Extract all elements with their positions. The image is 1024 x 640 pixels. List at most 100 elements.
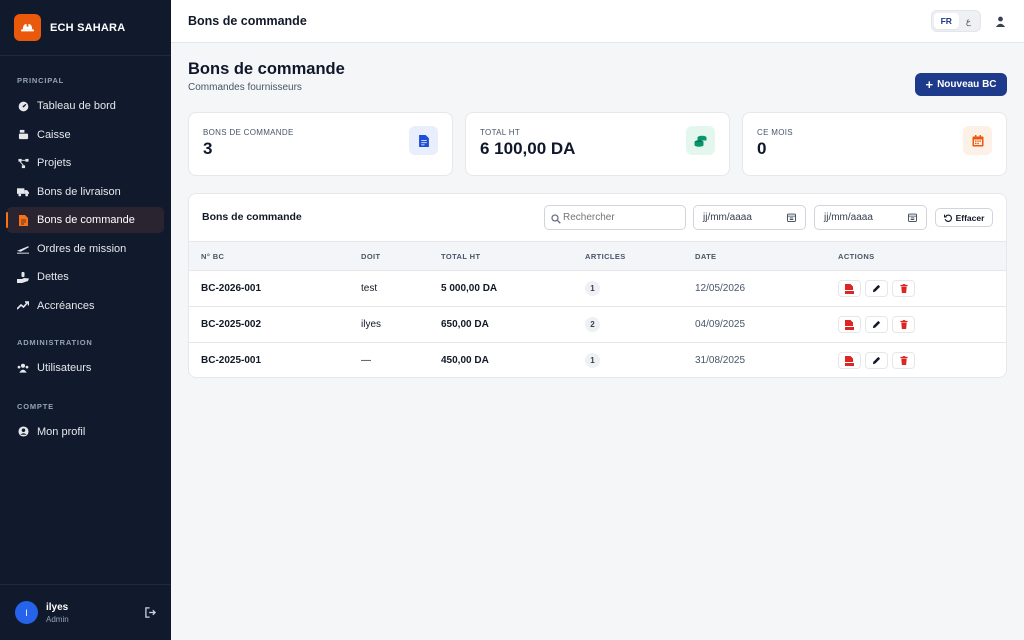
document-icon <box>17 214 29 226</box>
project-diagram-icon <box>17 157 29 169</box>
stat-label: BONS DE COMMANDE <box>203 128 294 137</box>
section-title-principal: PRINCIPAL <box>17 76 65 85</box>
truck-icon <box>17 186 29 198</box>
coins-icon <box>686 126 715 155</box>
sidebar-item-label: Bons de commande <box>37 214 135 226</box>
pencil-icon <box>872 357 881 365</box>
sidebar-item-label: Tableau de bord <box>37 100 116 112</box>
new-bc-button[interactable]: + Nouveau BC <box>915 73 1007 96</box>
pdf-button[interactable] <box>838 352 861 370</box>
date-placeholder: jj/mm/aaaa <box>824 212 873 223</box>
articles-badge: 1 <box>585 353 600 369</box>
table-row[interactable]: BC-2025-002 ilyes 650,00 DA 2 04/09/2025 <box>189 307 1006 343</box>
calendar-icon <box>963 126 992 155</box>
stat-card-bons: BONS DE COMMANDE 3 <box>188 112 453 176</box>
pencil-icon <box>872 320 881 329</box>
lang-ar-button[interactable]: ع <box>959 13 978 29</box>
bc-doit: ilyes <box>361 319 382 330</box>
search-input[interactable] <box>544 205 686 230</box>
user-role: Admin <box>46 614 69 624</box>
edit-button[interactable] <box>865 280 888 297</box>
sidebar-item-dettes[interactable]: Dettes <box>7 264 164 290</box>
logout-icon[interactable] <box>145 607 156 618</box>
clear-filters-button[interactable]: Effacer <box>935 208 993 227</box>
column-header[interactable]: TOTAL HT <box>441 242 585 271</box>
delete-button[interactable] <box>892 352 915 370</box>
date-placeholder: jj/mm/aaaa <box>703 212 752 223</box>
lang-fr-button[interactable]: FR <box>933 13 959 29</box>
stat-card-total: TOTAL HT 6 100,00 DA <box>465 112 730 176</box>
dashboard-icon <box>17 100 29 112</box>
sidebar-item-label: Mon profil <box>37 425 86 438</box>
table-row[interactable]: BC-2026-001 test 5 000,00 DA 1 12/05/202… <box>189 271 1006 307</box>
sidebar-item-utilisateurs[interactable]: Utilisateurs <box>7 355 164 381</box>
purchase-orders-table: N° BC DOIT TOTAL HT ARTICLES DATE ACTION… <box>189 241 1006 378</box>
bc-number: BC-2025-002 <box>201 319 262 330</box>
avatar[interactable]: I <box>15 601 38 624</box>
sidebar-item-accreances[interactable]: Accréances <box>7 293 164 319</box>
sidebar-item-ordres-de-mission[interactable]: Ordres de mission <box>7 236 164 262</box>
sidebar-item-caisse[interactable]: Caisse <box>7 122 164 148</box>
plus-icon: + <box>925 77 934 92</box>
file-pdf-icon <box>845 283 854 294</box>
sidebar: ECH SAHARA PRINCIPAL Tableau de bord Cai… <box>0 0 171 640</box>
table-header-row: N° BC DOIT TOTAL HT ARTICLES DATE ACTION… <box>189 241 1006 271</box>
purchase-orders-card: Bons de commande jj/mm/aaaa jj/mm/aaaa E… <box>188 193 1007 378</box>
stat-label: CE MOIS <box>757 128 793 137</box>
column-header: ACTIONS <box>838 251 875 261</box>
stat-label: TOTAL HT <box>480 128 521 137</box>
table-row[interactable]: BC-2025-001 — 450,00 DA 1 31/08/2025 <box>189 343 1006 378</box>
pdf-button[interactable] <box>838 316 861 333</box>
brand[interactable]: ECH SAHARA <box>0 0 171 56</box>
stat-value: 3 <box>203 139 213 158</box>
file-pdf-icon <box>845 319 854 330</box>
new-bc-label: Nouveau BC <box>937 79 997 90</box>
column-header[interactable]: ARTICLES <box>585 242 695 271</box>
delete-button[interactable] <box>892 316 915 333</box>
trash-icon <box>899 320 908 329</box>
articles-badge: 2 <box>585 317 600 332</box>
clear-label: Effacer <box>955 212 985 223</box>
sidebar-item-bons-de-livraison[interactable]: Bons de livraison <box>7 179 164 205</box>
user-circle-icon <box>17 426 29 438</box>
sidebar-item-mon-profil[interactable]: Mon profil <box>7 419 164 445</box>
section-title-compte: COMPTE <box>17 401 54 411</box>
calendar-icon[interactable] <box>908 213 917 222</box>
stat-value: 0 <box>757 139 767 158</box>
edit-button[interactable] <box>865 316 888 333</box>
sidebar-item-bons-de-commande[interactable]: Bons de commande <box>6 207 164 233</box>
sidebar-user: I ilyes Admin <box>0 584 171 640</box>
main-content: Bons de commande Commandes fournisseurs … <box>171 43 1024 640</box>
card-title: Bons de commande <box>202 211 302 223</box>
column-header[interactable]: N° BC <box>189 242 361 271</box>
sidebar-item-label: Dettes <box>37 271 69 283</box>
topbar: Bons de commande FR ع <box>171 0 1024 43</box>
user-icon[interactable] <box>993 14 1007 28</box>
hand-holding-icon <box>17 271 29 283</box>
delete-button[interactable] <box>892 280 915 297</box>
plane-icon <box>17 243 29 255</box>
column-header[interactable]: DATE <box>695 242 838 271</box>
date-from-input[interactable]: jj/mm/aaaa <box>693 205 806 230</box>
page-subtitle: Commandes fournisseurs <box>188 82 302 93</box>
section-title-administration: ADMINISTRATION <box>17 337 93 347</box>
bc-date: 31/08/2025 <box>695 355 746 367</box>
bc-doit: — <box>361 355 371 367</box>
sidebar-item-tableau-de-bord[interactable]: Tableau de bord <box>7 93 164 119</box>
sidebar-item-projets[interactable]: Projets <box>7 150 164 176</box>
cash-register-icon <box>17 129 29 141</box>
users-icon <box>17 362 29 374</box>
bc-total: 450,00 DA <box>441 355 489 367</box>
sidebar-item-label: Ordres de mission <box>37 242 127 255</box>
edit-button[interactable] <box>865 352 888 370</box>
pdf-button[interactable] <box>838 280 861 297</box>
user-name: ilyes <box>46 601 69 613</box>
file-pdf-icon <box>845 355 854 366</box>
calendar-icon[interactable] <box>787 213 796 222</box>
column-header[interactable]: DOIT <box>361 242 441 271</box>
date-to-input[interactable]: jj/mm/aaaa <box>814 205 927 230</box>
page-title: Bons de commande <box>188 60 345 78</box>
brand-name: ECH SAHARA <box>50 21 126 34</box>
pencil-icon <box>872 284 881 293</box>
topbar-title: Bons de commande <box>188 14 307 28</box>
